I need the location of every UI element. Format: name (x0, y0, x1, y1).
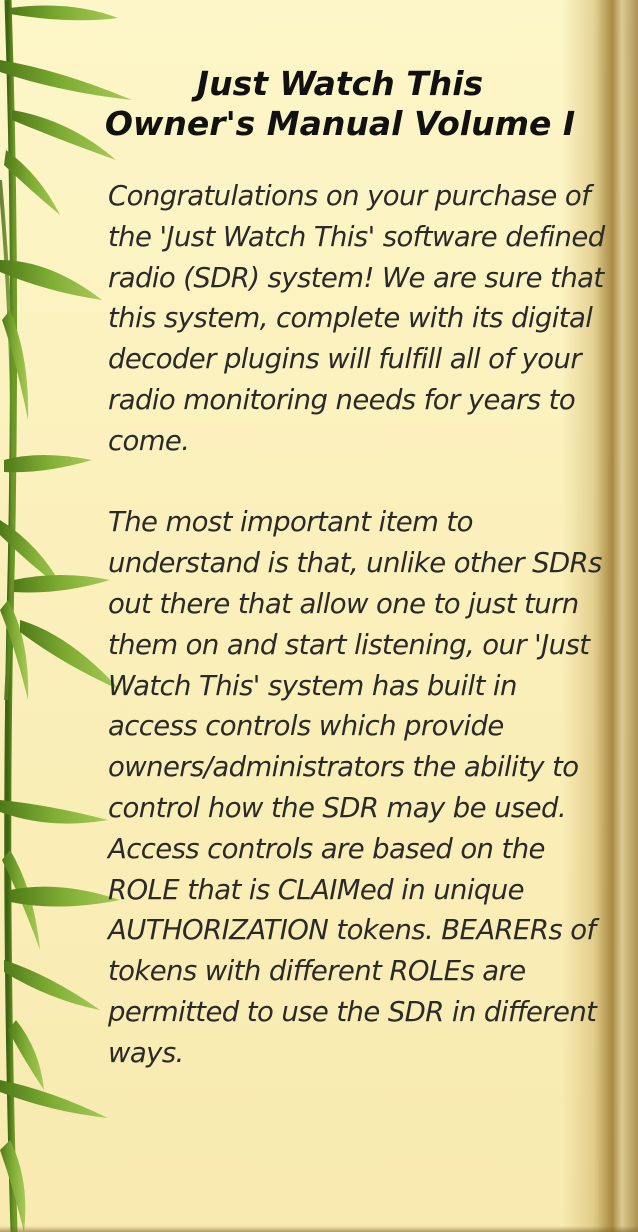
page-bottom-edge (0, 1226, 638, 1232)
paragraph-intro: Congratulations on your purchase of the … (108, 180, 605, 457)
paragraph-access-controls: The most important item to understand is… (108, 506, 602, 1069)
manual-body: Congratulations on your purchase of the … (108, 176, 608, 1074)
title-line-1: Just Watch This (196, 64, 484, 103)
manual-page: Just Watch This Owner's Manual Volume I … (0, 0, 638, 1232)
page-title: Just Watch This Owner's Manual Volume I (90, 64, 590, 144)
title-line-2: Owner's Manual Volume I (104, 104, 576, 143)
